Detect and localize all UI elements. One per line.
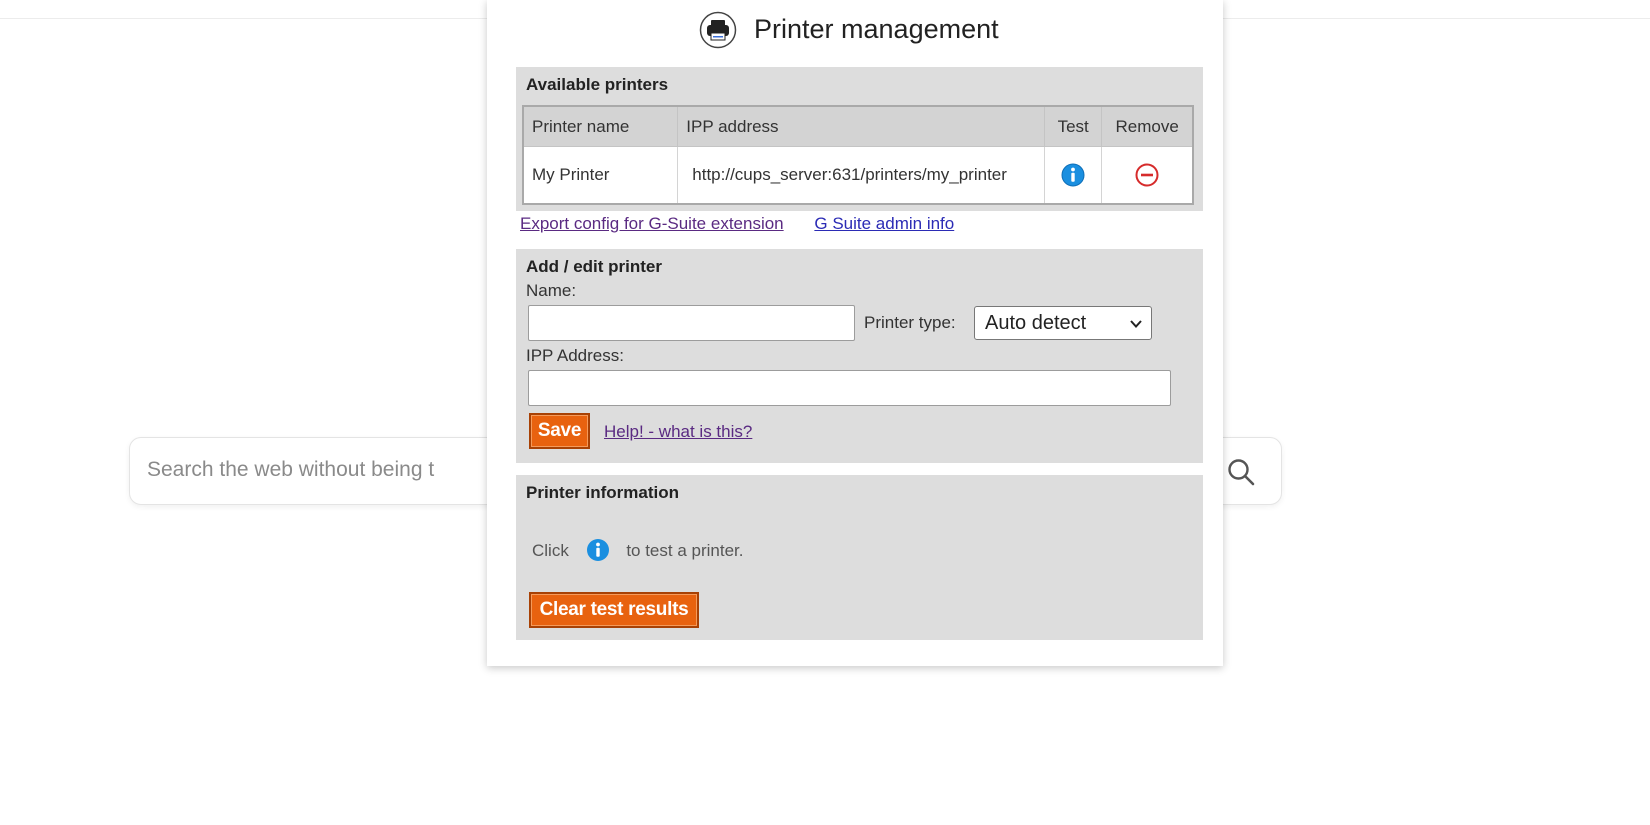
popup-header: Printer management <box>487 8 1223 52</box>
hint-text-after: to test a printer. <box>626 541 744 560</box>
printer-type-label: Printer type: <box>864 313 956 332</box>
name-input[interactable] <box>528 305 855 341</box>
gsuite-admin-info-link[interactable]: G Suite admin info <box>814 214 954 233</box>
printer-type-value: Auto detect <box>985 312 1087 334</box>
ipp-address-input[interactable] <box>528 370 1171 406</box>
available-printers-panel: Available printers Printer name IPP addr… <box>516 67 1203 211</box>
test-cell <box>1044 146 1103 205</box>
search-icon[interactable] <box>1226 457 1256 487</box>
printers-table: Printer name IPP address Test Remove My … <box>522 105 1194 205</box>
add-edit-printer-title: Add / edit printer <box>526 257 662 276</box>
info-icon <box>586 538 609 561</box>
table-row[interactable]: My Printer http://cups_server:631/printe… <box>522 146 1194 205</box>
column-header-test: Test <box>1044 105 1103 147</box>
help-link[interactable]: Help! - what is this? <box>604 422 752 442</box>
remove-cell <box>1101 146 1194 205</box>
printer-information-panel: Printer information Click to test a prin… <box>516 475 1203 640</box>
save-button[interactable]: Save <box>529 413 590 449</box>
column-header-ipp-address: IPP address <box>677 105 1046 147</box>
printer-information-title: Printer information <box>526 483 680 502</box>
available-printers-title: Available printers <box>526 75 669 94</box>
ipp-address-cell: http://cups_server:631/printers/my_print… <box>677 146 1046 205</box>
printer-information-hint: Click to test a printer. <box>532 538 744 562</box>
search-placeholder: Search the web without being t <box>147 458 435 481</box>
printer-type-select[interactable]: Auto detect <box>974 306 1152 340</box>
printer-name-cell: My Printer <box>522 146 679 205</box>
chevron-down-icon <box>1130 320 1142 328</box>
popup-title: Printer management <box>754 14 999 44</box>
name-label: Name: <box>526 281 577 300</box>
export-config-link[interactable]: Export config for G-Suite extension <box>520 214 784 233</box>
add-edit-printer-panel: Add / edit printer Name: Printer type: A… <box>516 249 1203 463</box>
column-header-remove: Remove <box>1101 105 1194 147</box>
hint-text-before: Click <box>532 541 569 560</box>
printer-icon <box>699 11 737 49</box>
remove-icon[interactable] <box>1135 163 1159 187</box>
table-header-row: Printer name IPP address Test Remove <box>522 105 1194 147</box>
printer-management-popup: Printer management Available printers Pr… <box>487 0 1223 666</box>
column-header-printer-name: Printer name <box>522 105 679 147</box>
info-icon[interactable] <box>1061 163 1085 187</box>
ipp-address-label: IPP Address: <box>526 346 624 365</box>
clear-test-results-button[interactable]: Clear test results <box>529 592 699 628</box>
links-row: Export config for G-Suite extension G Su… <box>520 214 980 234</box>
